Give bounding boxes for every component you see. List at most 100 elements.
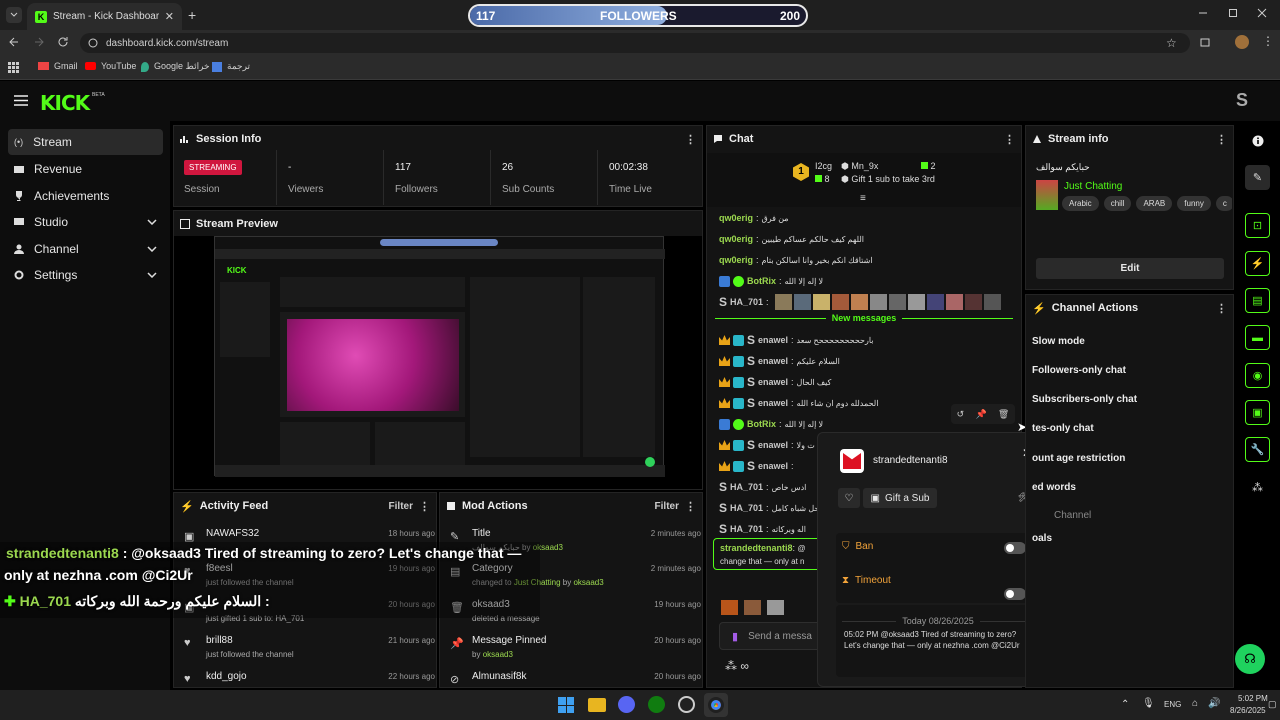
- site-info-icon[interactable]: [88, 38, 98, 48]
- bookmark-translate[interactable]: ترجمة: [212, 61, 250, 72]
- chat-username[interactable]: HA_701: [730, 297, 763, 307]
- chat-message-row[interactable]: S HA_701: ادس خاص: [719, 478, 806, 496]
- emote-icon[interactable]: [983, 294, 1001, 310]
- tag[interactable]: ARAB: [1136, 196, 1173, 211]
- chat-input[interactable]: ▮ Send a messa: [719, 622, 829, 650]
- chat-message-row[interactable]: S HA_701: اله وبركاته: [719, 520, 806, 538]
- chat-message-row[interactable]: Senawel: كيف الحال: [719, 373, 831, 391]
- chat-message-row[interactable]: S HA_701:: [719, 293, 1001, 311]
- file-explorer-icon[interactable]: [588, 698, 606, 712]
- emote-icon[interactable]: [793, 294, 811, 310]
- timeout-toggle[interactable]: [1004, 588, 1026, 600]
- filter-button[interactable]: Filter: [389, 501, 413, 512]
- trash-icon[interactable]: 🗑: [998, 409, 1009, 420]
- close-tab-icon[interactable]: ✕: [165, 10, 174, 23]
- edit-layout-icon[interactable]: ✎: [1245, 165, 1270, 190]
- info-icon[interactable]: [1245, 128, 1270, 153]
- kick-logo[interactable]: KICK: [40, 91, 90, 115]
- bookmark-maps[interactable]: Google خرائط: [141, 61, 210, 72]
- notes-icon[interactable]: ▤: [1245, 288, 1270, 313]
- emote-icon[interactable]: [721, 600, 738, 615]
- tag[interactable]: funny: [1177, 196, 1211, 211]
- chat-username[interactable]: BotRix: [747, 419, 776, 429]
- chat-username[interactable]: HA_701: [730, 503, 763, 513]
- support-chat-icon[interactable]: ☊: [1235, 644, 1265, 674]
- url-input[interactable]: dashboard.kick.com/stream: [80, 33, 1190, 53]
- microphone-icon[interactable]: 🎙: [1142, 698, 1155, 709]
- channel-action-item[interactable]: ount age restriction: [1032, 445, 1233, 471]
- reload-icon[interactable]: [57, 36, 69, 48]
- chat-message-row[interactable]: BotRix: لا إله إلا الله: [719, 272, 823, 290]
- channel-action-item[interactable]: Slow mode: [1032, 328, 1233, 354]
- emote-icon[interactable]: [831, 294, 849, 310]
- clock-time[interactable]: 5:02 PM: [1238, 694, 1268, 703]
- chat-message-row[interactable]: S HA_701: حل شباه كامل: [719, 499, 819, 517]
- chat-message-row[interactable]: qw0erig: من فرق: [719, 209, 789, 227]
- mic-icon[interactable]: ▮: [732, 630, 738, 643]
- chat-username[interactable]: enawel: [758, 398, 788, 408]
- gift-sub-button[interactable]: ▣ Gift a Sub: [863, 488, 937, 508]
- sidebar-item-studio[interactable]: Studio: [8, 209, 163, 235]
- apps-icon[interactable]: ⁂: [1245, 475, 1270, 500]
- more-options-icon[interactable]: ⋮: [1004, 133, 1015, 146]
- chat-username[interactable]: enawel: [758, 461, 788, 471]
- clock-date[interactable]: 8/26/2025: [1230, 706, 1266, 715]
- chat-username[interactable]: enawel: [758, 377, 788, 387]
- xbox-icon[interactable]: [648, 696, 665, 713]
- sidebar-item-stream[interactable]: (•) Stream: [8, 129, 163, 155]
- close-window-icon[interactable]: [1257, 8, 1267, 18]
- chat-username[interactable]: qw0erig: [719, 213, 753, 223]
- minimize-icon[interactable]: [1198, 8, 1208, 18]
- emote-icon[interactable]: [744, 600, 761, 615]
- ban-toggle[interactable]: [1004, 542, 1026, 554]
- chat-message-row[interactable]: Senawel: السلام عليكم: [719, 352, 840, 370]
- sidebar-item-achievements[interactable]: Achievements: [8, 183, 163, 209]
- emote-icon[interactable]: [945, 294, 963, 310]
- undo-icon[interactable]: ↺: [957, 409, 965, 420]
- chat-username[interactable]: HA_701: [730, 524, 763, 534]
- broadcast-icon[interactable]: ◉: [1245, 363, 1270, 388]
- chat-username[interactable]: qw0erig: [719, 234, 753, 244]
- emote-icon[interactable]: [926, 294, 944, 310]
- network-icon[interactable]: ⌂: [1192, 698, 1198, 709]
- back-icon[interactable]: [8, 36, 20, 48]
- volume-icon[interactable]: 🔊: [1208, 698, 1220, 709]
- more-options-icon[interactable]: ⋮: [1216, 302, 1227, 315]
- quick-action-icon[interactable]: ⚡: [1245, 251, 1270, 276]
- chat-message-row[interactable]: Senawel: الحمدلله دوم ان شاء الله: [719, 394, 878, 412]
- sidebar-item-revenue[interactable]: Revenue: [8, 156, 163, 182]
- new-messages-label[interactable]: New messages: [832, 313, 897, 323]
- wrench-icon[interactable]: 🔧: [1245, 437, 1270, 462]
- chat-bubble-icon[interactable]: ▬: [1245, 325, 1270, 350]
- hamburger-menu-icon[interactable]: [14, 95, 28, 106]
- emote-icon[interactable]: [850, 294, 868, 310]
- emote-icon[interactable]: [767, 600, 784, 615]
- channel-action-item[interactable]: oals: [1032, 525, 1233, 551]
- channel-action-item[interactable]: ed words: [1032, 474, 1233, 500]
- start-icon[interactable]: [558, 697, 574, 713]
- gift-prompt[interactable]: Gift 1 sub to take 3rd: [851, 174, 935, 184]
- channel-action-item[interactable]: tes-only chat: [1032, 415, 1233, 441]
- tag[interactable]: c: [1215, 196, 1232, 211]
- follow-button[interactable]: ♡: [838, 488, 860, 508]
- chat-message-row[interactable]: BotRix: لا إله إلا الله: [719, 415, 823, 433]
- chat-username[interactable]: enawel: [758, 335, 788, 345]
- tag[interactable]: Arabic: [1062, 196, 1099, 211]
- edit-button[interactable]: Edit: [1036, 258, 1224, 279]
- bookmark-youtube[interactable]: YouTube: [85, 61, 136, 71]
- chat-username[interactable]: strandedtenanti8: [720, 543, 793, 553]
- bookmark-star-icon[interactable]: ☆: [1166, 36, 1177, 50]
- chat-username[interactable]: BotRix: [747, 276, 776, 286]
- emote-icon[interactable]: [812, 294, 830, 310]
- emote-icon[interactable]: [964, 294, 982, 310]
- obs-icon[interactable]: [678, 696, 695, 713]
- filter-button[interactable]: Filter: [655, 501, 679, 512]
- pin-icon[interactable]: 📌: [975, 409, 986, 420]
- bookmark-gmail[interactable]: Gmail: [38, 61, 78, 71]
- channel-action-item[interactable]: Subscribers-only chat: [1032, 386, 1233, 412]
- collapse-icon[interactable]: ≡: [860, 193, 866, 204]
- channel-action-item[interactable]: Followers-only chat: [1032, 357, 1233, 383]
- stream-video[interactable]: KICK: [174, 236, 702, 489]
- chat-message-row[interactable]: Senawel: ت ولا: [719, 436, 815, 454]
- more-options-icon[interactable]: ⋮: [1216, 133, 1227, 146]
